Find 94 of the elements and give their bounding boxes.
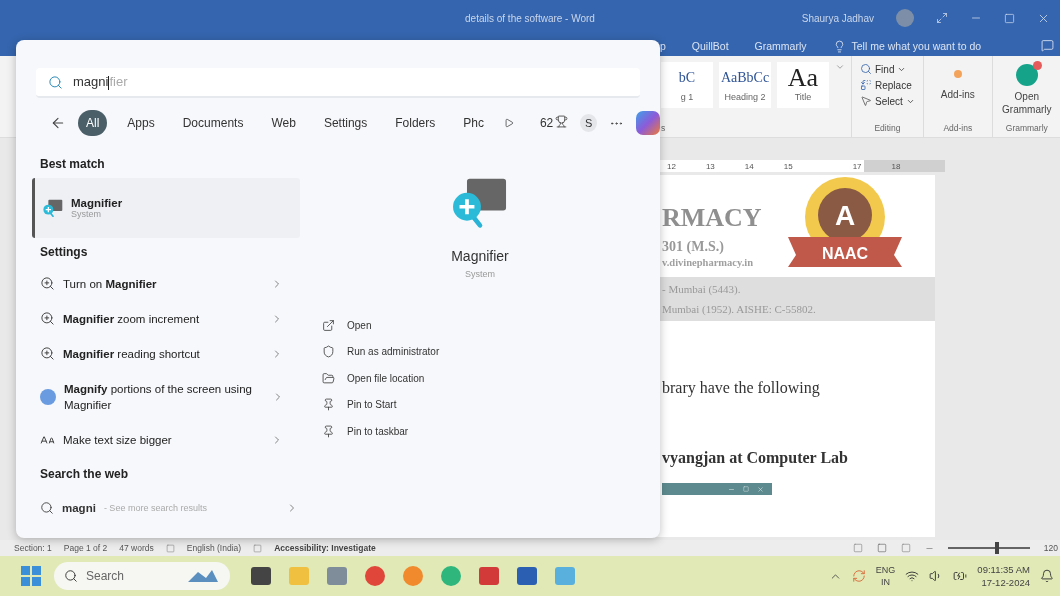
magnifier-app-icon <box>452 177 508 230</box>
gallery-scroll-icon[interactable] <box>835 62 845 72</box>
best-match-result[interactable]: Magnifier System <box>32 178 300 238</box>
settings-result[interactable]: Magnify portions of the screen using Magnifier <box>40 371 300 423</box>
group-label: Editing <box>874 123 901 133</box>
sync-icon[interactable] <box>851 569 866 583</box>
pin-icon <box>322 398 335 412</box>
action-item[interactable]: Open <box>322 312 660 339</box>
account-avatar[interactable]: S <box>580 114 597 132</box>
ribbon-display-icon[interactable] <box>936 12 948 24</box>
open-grammarly-button[interactable]: Open Grammarly <box>998 62 1055 118</box>
settings-result[interactable]: Magnifier zoom increment <box>40 301 300 336</box>
zoom-level[interactable]: 120 <box>1043 543 1058 553</box>
ribbon-tab[interactable]: Grammarly <box>754 40 807 52</box>
ribbon-tab[interactable]: QuillBot <box>691 40 729 52</box>
replace-icon <box>860 79 872 91</box>
restore-icon[interactable] <box>1004 12 1015 24</box>
search-icon <box>48 74 63 90</box>
rewards-points[interactable]: 62 <box>539 116 554 130</box>
group-label: Add-ins <box>943 123 973 133</box>
badge-grade: A <box>834 200 856 231</box>
user-avatar[interactable] <box>896 9 914 27</box>
preview-subtitle: System <box>465 269 495 280</box>
editing-button[interactable]: Replace <box>858 78 914 92</box>
ribbon-tab[interactable]: p <box>660 40 666 52</box>
status-text: 47 words <box>119 543 154 553</box>
zoom-slider-thumb[interactable] <box>995 542 999 554</box>
status-text: English (India) <box>186 543 242 553</box>
window-title: details of the software - Word <box>465 12 595 24</box>
start-icon[interactable] <box>20 565 42 587</box>
document-text: 301 (M.S.) <box>662 239 725 255</box>
accessibility-status[interactable]: Accessibility: Investigate <box>274 543 376 553</box>
pin-icon <box>322 424 335 438</box>
filter-tab[interactable]: Web <box>263 110 304 136</box>
document-text: v.divinepharmacy.in <box>662 257 755 268</box>
user-name: Shaurya Jadhav <box>801 12 874 24</box>
taskbar-clock[interactable]: 09:11:35 AM 17-12-2024 <box>977 563 1030 589</box>
filter-tab[interactable]: Settings <box>315 110 376 136</box>
action-item[interactable]: Run as administrator <box>322 338 660 366</box>
status-text: Page 1 of 2 <box>63 543 108 553</box>
document-title: RMACY <box>662 203 763 233</box>
search-field[interactable]: magnifier <box>36 68 640 98</box>
filter-tab[interactable]: Documents <box>174 110 252 136</box>
action-item[interactable]: Pin to taskbar <box>322 418 660 445</box>
section-heading: Best match <box>40 156 106 173</box>
preview-title: Magnifier <box>451 247 509 266</box>
settings-result[interactable]: Turn on Magnifier <box>40 266 300 301</box>
group-label: s <box>661 123 666 133</box>
taskbar-search[interactable]: Search <box>54 562 230 590</box>
cursor-icon <box>860 95 872 107</box>
search-icon <box>860 63 872 75</box>
badge-label: NAAC <box>821 245 869 262</box>
comment-icon[interactable] <box>1041 38 1054 52</box>
group-label: Grammarly <box>1005 123 1048 133</box>
document-text: - Mumbai (5443). <box>662 283 742 295</box>
more-filters-icon[interactable] <box>503 118 514 128</box>
assistant-icon[interactable] <box>636 111 660 135</box>
document-heading: vyangjan at Computer Lab <box>662 449 849 467</box>
zoom-in-icon <box>40 276 55 291</box>
action-item[interactable]: Pin to Start <box>322 391 660 419</box>
search-highlight-icon <box>186 568 220 584</box>
section-heading: Search the web <box>40 465 130 483</box>
filter-tab[interactable]: Folders <box>387 110 444 136</box>
filter-tab[interactable]: All <box>78 110 108 136</box>
input-language[interactable]: ENG IN <box>875 564 896 588</box>
tell-me-search[interactable]: Tell me what you want to do <box>851 40 982 52</box>
settings-result[interactable]: Magnifier reading shortcut <box>40 336 300 371</box>
filter-tab[interactable]: Phc <box>455 110 492 136</box>
zoom-in-icon <box>40 311 55 326</box>
status-text: Section: 1 <box>14 543 52 553</box>
shield-icon <box>322 345 335 359</box>
add-ins-button[interactable]: Add-ins <box>929 62 986 103</box>
wifi-icon[interactable] <box>905 569 920 583</box>
settings-result[interactable]: Make text size bigger <box>40 423 300 457</box>
editing-button[interactable]: Select <box>858 94 917 108</box>
document-paragraph: brary have the following <box>662 379 821 397</box>
notification-icon[interactable] <box>1040 569 1054 583</box>
action-item[interactable]: Open file location <box>322 365 660 392</box>
battery-icon[interactable] <box>953 569 968 583</box>
search-icon <box>64 569 78 583</box>
editing-button[interactable]: Find <box>858 62 909 76</box>
open-external-icon <box>322 318 335 332</box>
document-text: Mumbai (1952). AISHE: C-55802. <box>662 303 817 315</box>
web-search-result[interactable]: magni - See more search results <box>40 490 300 526</box>
style-gallery-item[interactable]: Aa Title <box>777 62 829 108</box>
style-gallery-item[interactable]: bC g 1 <box>661 62 713 108</box>
back-icon[interactable] <box>50 115 66 131</box>
trophy-icon <box>555 115 569 128</box>
magnifier-app-icon <box>43 198 63 218</box>
section-heading: Settings <box>40 244 89 261</box>
filter-tab[interactable]: Apps <box>119 110 163 136</box>
search-icon <box>40 501 54 515</box>
style-gallery-item[interactable]: AaBbCc Heading 2 <box>719 62 771 108</box>
zoom-in-icon <box>40 346 55 361</box>
